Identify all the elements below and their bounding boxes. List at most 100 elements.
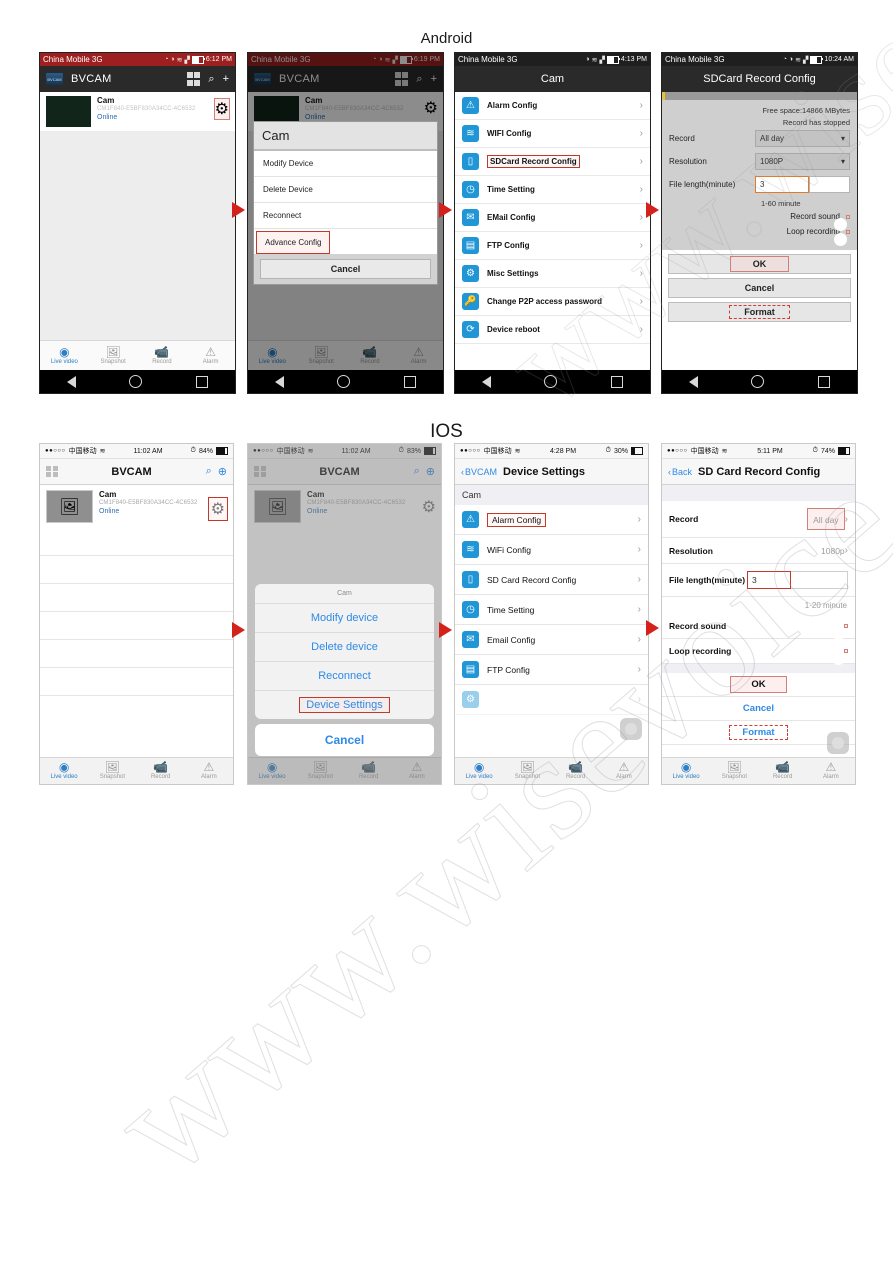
device-id: CM1F840-E5BF830A34CC-4C6532: [97, 106, 196, 112]
settings-item-sdcard-record-config[interactable]: ▯ SD Card Record Config ›: [455, 565, 648, 595]
tab-record[interactable]: 📹 Record: [552, 761, 600, 781]
file-length-row: File length(minute) 3: [662, 564, 855, 597]
assistive-touch-icon[interactable]: [827, 732, 849, 754]
gear-icon[interactable]: ⚙: [207, 497, 228, 521]
wifi-icon: ≋: [99, 448, 106, 455]
settings-item-alarm-config[interactable]: ⚠ Alarm Config ›: [455, 92, 650, 120]
resolution-select[interactable]: 1080P ▾: [755, 153, 850, 170]
search-icon[interactable]: ⌕: [206, 465, 212, 478]
menu-item-delete-device[interactable]: Delete Device: [254, 177, 437, 203]
ok-button[interactable]: OK: [668, 254, 851, 274]
settings-item-wifi-config[interactable]: ≋ WiFi Config ›: [455, 535, 648, 565]
tab-record[interactable]: 📹 Record: [759, 761, 807, 781]
cancel-button[interactable]: Cancel: [255, 724, 434, 756]
recents-icon[interactable]: [611, 375, 624, 388]
flow-arrow: [646, 202, 659, 218]
tab-record[interactable]: 📹 Record: [138, 345, 187, 366]
back-icon[interactable]: [481, 375, 491, 388]
menu-item-reconnect[interactable]: Reconnect: [254, 203, 437, 229]
settings-item-device-reboot[interactable]: ⟳ Device reboot ›: [455, 316, 650, 344]
cancel-button[interactable]: Cancel: [668, 278, 851, 298]
cancel-button[interactable]: Cancel: [662, 697, 855, 721]
menu-item-reconnect[interactable]: Reconnect: [255, 662, 434, 691]
format-button[interactable]: Format: [668, 302, 851, 322]
tab-live-video[interactable]: ◉ Live video: [455, 761, 503, 781]
file-length-input[interactable]: 3: [747, 571, 791, 589]
tab-alarm[interactable]: ⚠ Alarm: [186, 345, 235, 366]
resolution-row[interactable]: Resolution 1080p ›: [662, 538, 855, 564]
settings-item-time-setting[interactable]: ◷ Time Setting ›: [455, 176, 650, 204]
gear-icon[interactable]: ⚙: [213, 98, 230, 120]
alarm-icon: ⚠: [825, 760, 837, 775]
grid-icon[interactable]: [186, 72, 201, 86]
tab-snapshot[interactable]: 🖼 Snapshot: [89, 345, 138, 366]
menu-item-modify-device[interactable]: Modify device: [255, 604, 434, 633]
back-button[interactable]: ‹ BVCAM: [461, 467, 497, 477]
menu-item-advance-config[interactable]: Advance Config: [256, 231, 331, 254]
home-icon[interactable]: [337, 375, 351, 388]
cancel-button[interactable]: Cancel: [260, 259, 431, 279]
menu-item-delete-device[interactable]: Delete device: [255, 633, 434, 662]
list-item[interactable]: Cam CM1F840-E5BF830A34CC-4C6532 Online ⚙: [40, 92, 235, 131]
record-select[interactable]: All day ▾: [755, 130, 850, 147]
settings-item-time-setting[interactable]: ◷ Time Setting ›: [455, 595, 648, 625]
tab-record[interactable]: 📹 Record: [137, 761, 185, 781]
tab-alarm[interactable]: ⚠ Alarm: [807, 761, 855, 781]
settings-item-sdcard-record-config[interactable]: ▯ SDCard Record Config ›: [455, 148, 650, 176]
wifi-status-icon: ≋: [176, 56, 183, 64]
tab-live-video[interactable]: ◉ Live video: [40, 761, 88, 781]
menu-item-device-settings[interactable]: Device Settings: [255, 691, 434, 719]
signal-status-icon: ▞: [184, 56, 190, 64]
list-placeholder-row: [40, 640, 233, 668]
record-row[interactable]: Record All day ›: [662, 501, 855, 538]
back-icon[interactable]: [66, 375, 76, 388]
settings-item-partial[interactable]: ⚙ ›: [455, 685, 648, 715]
tab-alarm[interactable]: ⚠ Alarm: [600, 761, 648, 781]
file-length-input[interactable]: 3: [755, 176, 809, 193]
android-screen-device-menu: China Mobile 3G ◔ ◑ ≋ ▞ 6:19 PM BVCAM BV…: [247, 52, 444, 394]
carrier-label: China Mobile 3G: [43, 55, 103, 64]
recents-icon[interactable]: [196, 375, 209, 388]
settings-item-wifi-config[interactable]: ≋ WIFI Config ›: [455, 120, 650, 148]
back-button[interactable]: ‹ Back: [668, 467, 692, 477]
tab-live-video[interactable]: ◉ Live video: [662, 761, 710, 781]
home-icon[interactable]: [544, 375, 558, 388]
home-icon[interactable]: [129, 375, 143, 388]
settings-item-ftp-config[interactable]: ▤ FTP Config ›: [455, 655, 648, 685]
settings-item-email-config[interactable]: ✉ Email Config ›: [455, 625, 648, 655]
home-icon[interactable]: [751, 375, 765, 388]
grid-icon[interactable]: [46, 465, 58, 478]
list-item[interactable]: 🖼 Cam CM1F840-E5BF830A34CC-4C6532 Online…: [40, 485, 233, 528]
settings-item-alarm-config[interactable]: ⚠ Alarm Config ›: [455, 505, 648, 535]
recents-icon[interactable]: [404, 375, 417, 388]
chevron-right-icon: ›: [639, 240, 643, 251]
recents-icon[interactable]: [818, 375, 831, 388]
navigation-bar: ‹ BVCAM Device Settings: [455, 459, 648, 485]
plus-icon[interactable]: ⊕: [218, 465, 227, 478]
clock-icon: ◷: [462, 601, 479, 618]
signal-status-icon: ▞: [599, 56, 605, 64]
search-icon[interactable]: ⌕: [208, 73, 214, 86]
tab-snapshot[interactable]: 🖼 Snapshot: [88, 761, 136, 781]
back-icon[interactable]: [688, 375, 698, 388]
settings-item-misc-settings[interactable]: ⚙ Misc Settings ›: [455, 260, 650, 288]
section-heading-ios: IOS: [430, 421, 463, 442]
ok-button[interactable]: OK: [662, 673, 855, 697]
assistive-touch-icon[interactable]: [620, 718, 642, 740]
tab-label: Record: [772, 774, 793, 781]
chevron-right-icon: ›: [639, 128, 643, 139]
tab-alarm[interactable]: ⚠ Alarm: [185, 761, 233, 781]
settings-item-ftp-config[interactable]: ▤ FTP Config ›: [455, 232, 650, 260]
settings-item-email-config[interactable]: ✉ EMail Config ›: [455, 204, 650, 232]
plus-icon[interactable]: +: [223, 73, 229, 85]
loop-recording-label: Loop recording: [669, 646, 732, 656]
tab-snapshot[interactable]: 🖼 Snapshot: [503, 761, 551, 781]
back-icon[interactable]: [274, 375, 284, 388]
settings-item-change-p2p-password[interactable]: 🔑 Change P2P access password ›: [455, 288, 650, 316]
tab-snapshot[interactable]: 🖼 Snapshot: [710, 761, 758, 781]
resolution-select-value: 1080P: [760, 157, 784, 166]
tab-label: Alarm: [823, 774, 839, 781]
menu-item-modify-device[interactable]: Modify Device: [254, 151, 437, 177]
tab-live-video[interactable]: ◉ Live video: [40, 345, 89, 366]
tab-label: Alarm: [202, 358, 219, 365]
